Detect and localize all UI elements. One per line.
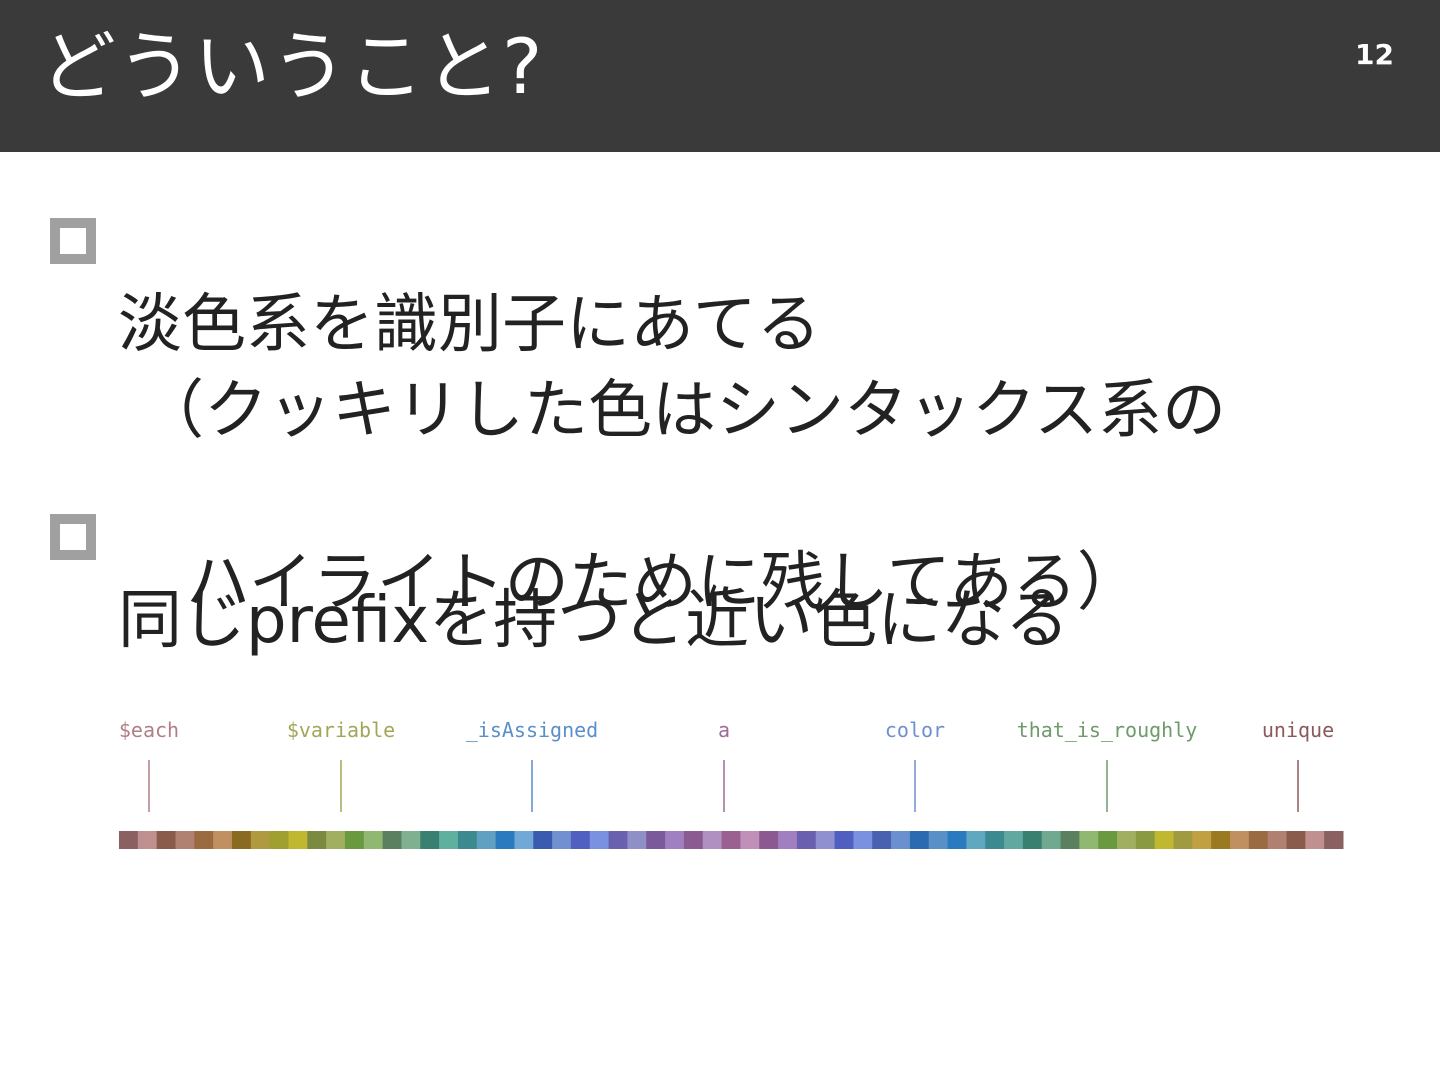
bullet-item-2: 同じprefixを持つと近い色になる [50,492,1069,664]
bullet-1-line-1: 淡色系を識別子にあてる [118,288,821,362]
palette-swatch [966,831,986,849]
palette-swatch [156,831,176,849]
palette-swatch [1267,831,1288,849]
palette-swatch [307,831,327,849]
palette-swatch [495,831,515,849]
palette-swatch [796,831,817,849]
palette-swatch [815,831,836,849]
palette-swatch [1004,831,1024,849]
palette-swatch [627,831,647,849]
identifier-label: unique [1262,718,1334,742]
palette-swatch [759,831,779,849]
palette-swatch [1022,831,1043,849]
palette-swatch [1173,831,1193,849]
palette-swatch [665,831,685,849]
bullet-text-2: 同じprefixを持つと近い色になる [118,492,1069,664]
palette-swatch [778,831,798,849]
palette-swatch [646,831,666,849]
palette-swatch [1192,831,1212,849]
palette-swatch [119,831,139,849]
palette-swatch [947,831,967,849]
identifier-label: a [718,718,730,742]
palette-swatch [231,831,252,849]
palette-swatch [608,831,628,849]
palette-swatch [344,831,365,849]
palette-swatch [533,831,553,849]
identifier-label: _isAssigned [466,718,598,742]
identifier-color-figure: $each $variable _isAssigned a color that_is_r… [100,700,1360,870]
slide-header: どういうこと? 12 [0,0,1440,152]
palette-swatch [552,831,572,849]
palette-swatch [1211,831,1231,849]
palette-swatch [269,831,289,849]
palette-swatch [401,831,421,849]
palette-swatch [457,831,478,849]
palette-swatch [872,831,892,849]
bullet-1-line-2: （クッキリした色はシンタックス系の [140,374,1227,448]
identifier-label: $variable [287,718,395,742]
palette-swatch [928,831,949,849]
palette-swatch [514,831,534,849]
palette-swatch [382,831,402,849]
palette-swatch [891,831,911,849]
identifier-label: that_is_roughly [1017,718,1198,742]
palette-swatch [476,831,497,849]
palette-swatch [683,831,704,849]
palette-swatch [985,831,1005,849]
palette-swatch [1060,831,1080,849]
palette-swatch [288,831,308,849]
palette-swatch [1098,831,1118,849]
palette-swatch [1248,831,1269,849]
palette-swatch [137,831,158,849]
palette-swatch [1286,831,1306,849]
palette-swatch [740,831,760,849]
palette-swatch [250,831,271,849]
palette-swatch [589,831,610,849]
palette-swatch [834,831,854,849]
square-bullet-icon [50,514,96,560]
square-bullet-icon [50,218,96,264]
palette-swatch [420,831,440,849]
bullet-2-line-1: 同じprefixを持つと近い色になる [118,584,1070,658]
palette-swatch [1079,831,1099,849]
palette-swatch [909,831,930,849]
identifier-label: color [885,718,945,742]
palette-swatch [1324,831,1344,849]
palette-swatch [213,831,233,849]
palette-swatch [853,831,873,849]
palette-swatch [721,831,741,849]
palette-swatch [1135,831,1156,849]
palette-swatch [1041,831,1062,849]
identifier-palette-svg: $each $variable _isAssigned a color that_is_r… [119,718,1344,849]
palette-swatch [1230,831,1250,849]
palette-swatch [1154,831,1175,849]
identifier-label: $each [119,718,179,742]
palette-swatch [702,831,723,849]
palette-swatch [175,831,195,849]
palette-swatch [194,831,214,849]
palette-swatch [1117,831,1137,849]
palette-swatch [570,831,591,849]
page-number: 12 [1355,38,1394,71]
slide-title: どういうこと? [40,22,544,111]
palette-swatch [326,831,346,849]
palette-swatch [363,831,384,849]
palette-swatch [439,831,459,849]
palette-swatch [1305,831,1325,849]
